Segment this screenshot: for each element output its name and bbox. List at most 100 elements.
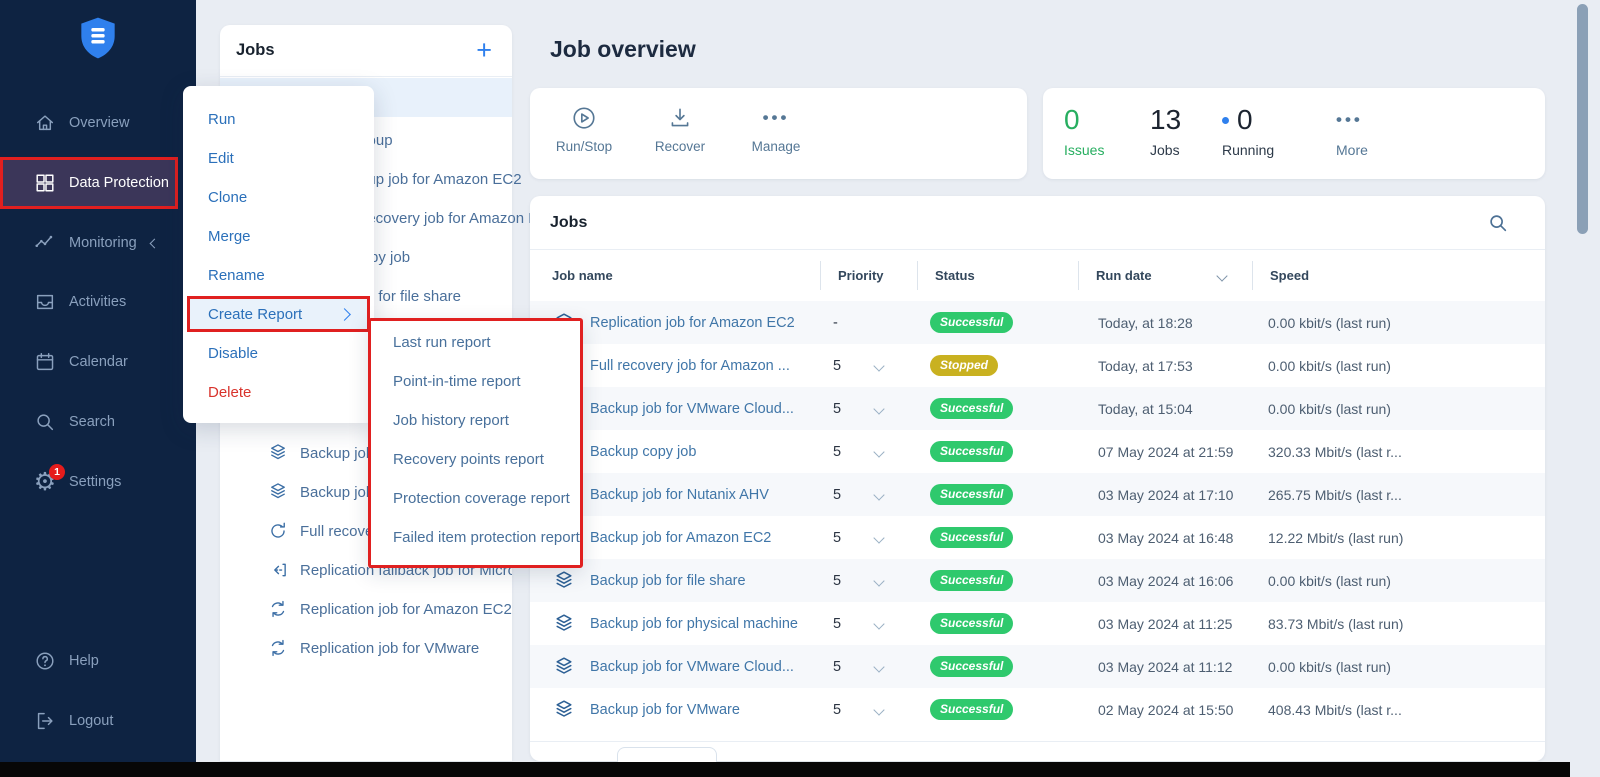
job-name: Backup job for Amazon EC2 [590,530,771,546]
run-date-cell: 03 May 2024 at 16:06 [1078,573,1252,589]
search-icon[interactable] [1487,212,1509,234]
column-header-speed[interactable]: Speed [1252,250,1545,301]
job-stats-card: 0Issues 13Jobs 0Running •••More [1043,88,1545,179]
stat-jobs[interactable]: 13Jobs [1150,104,1181,158]
submenu-item-failed-item-protection-report[interactable]: Failed item protection report [371,518,580,557]
vertical-scrollbar[interactable] [1577,4,1588,234]
submenu-item-last-run-report[interactable]: Last run report [371,323,580,362]
manage-button[interactable]: •••Manage [728,88,824,179]
page-title: Job overview [550,36,696,63]
calendar-icon [34,351,56,373]
stat-label: More [1336,142,1368,158]
sidebar-item-data-protection[interactable]: Data Protection [0,157,178,209]
table-row[interactable]: Backup job for VMware Cloud...5Successfu… [530,387,1545,430]
run-date-cell: Today, at 15:04 [1078,401,1252,417]
job-name-cell: Replication job for Amazon EC2 [552,311,820,335]
stat-more[interactable]: •••More [1336,104,1368,158]
sort-chevron-icon[interactable] [1216,270,1227,281]
stat-issues[interactable]: 0Issues [1064,104,1104,158]
priority-dropdown-chevron-icon[interactable] [873,532,884,543]
sidebar-item-label: Calendar [69,354,128,370]
column-header-label: Status [935,268,975,283]
job-name: Full recovery job for Amazon ... [590,358,790,374]
stat-running[interactable]: 0Running [1222,104,1274,158]
jobs-list-item[interactable]: Replication job for Amazon EC2 [267,597,512,621]
context-menu-item-run[interactable]: Run [183,100,374,139]
backup-job-icon [552,698,576,722]
priority-dropdown-chevron-icon[interactable] [873,618,884,629]
priority-dropdown-chevron-icon[interactable] [873,360,884,371]
sidebar-item-label: Help [69,653,99,669]
grid-icon [34,172,56,194]
table-row[interactable]: Full recovery job for Amazon ...5Stopped… [530,344,1545,387]
priority-cell: 5 [820,659,917,675]
speed-cell: 265.75 Mbit/s (last r... [1252,487,1545,503]
job-name: Backup job for VMware [590,702,740,718]
table-row[interactable]: Backup copy job5Successful07 May 2024 at… [530,430,1545,473]
status-badge: Successful [930,312,1013,333]
column-header-run-date[interactable]: Run date [1078,250,1252,301]
table-row[interactable]: Backup job for Nutanix AHV5Successful03 … [530,473,1545,516]
sidebar-item-label: Data Protection [69,175,169,191]
table-row[interactable]: Replication job for Amazon EC2-Successfu… [530,301,1545,344]
status-badge: Successful [930,699,1013,720]
priority-dropdown-chevron-icon[interactable] [873,575,884,586]
speed-cell: 83.73 Mbit/s (last run) [1252,616,1545,632]
sidebar-item-settings[interactable]: ⚙1Settings [0,458,196,506]
table-row[interactable]: Backup job for physical machine5Successf… [530,602,1545,645]
job-name-cell: Backup job for file share [552,569,820,593]
priority-dropdown-chevron-icon[interactable] [873,403,884,414]
speed-cell: 0.00 kbit/s (last run) [1252,659,1545,675]
logout-icon [34,710,56,732]
job-name: Backup job for VMware Cloud... [590,401,794,417]
chevron-left-icon[interactable] [149,238,159,248]
context-menu-item-label: Run [208,111,236,128]
run-date-cell: 03 May 2024 at 17:10 [1078,487,1252,503]
sidebar-item-calendar[interactable]: Calendar [0,338,196,386]
submenu-item-protection-coverage-report[interactable]: Protection coverage report [371,479,580,518]
table-row[interactable]: Backup job for file share5Successful03 M… [530,559,1545,602]
submenu-item-point-in-time-report[interactable]: Point-in-time report [371,362,580,401]
table-row[interactable]: Backup job for VMware5Successful02 May 2… [530,688,1545,731]
priority-dropdown-chevron-icon[interactable] [873,489,884,500]
sidebar-item-label: Overview [69,115,129,131]
context-menu-item-clone[interactable]: Clone [183,178,374,217]
context-menu-item-rename[interactable]: Rename [183,256,374,295]
table-row[interactable]: Backup job for VMware Cloud...5Successfu… [530,645,1545,688]
priority-dropdown-chevron-icon[interactable] [873,704,884,715]
column-header-priority[interactable]: Priority [820,250,917,301]
priority-value: 5 [833,659,863,675]
run-stop-button[interactable]: Run/Stop [536,88,632,179]
priority-value: 5 [833,616,863,632]
jobs-list-item-label: Replication job for Amazon EC2 [300,601,512,618]
table-row[interactable]: Backup job for Amazon EC25Successful03 M… [530,516,1545,559]
context-menu-item-merge[interactable]: Merge [183,217,374,256]
sidebar-item-logout[interactable]: Logout [0,697,196,745]
priority-dropdown-chevron-icon[interactable] [873,661,884,672]
help-icon [34,650,56,672]
jobs-table-header: Jobs [530,196,1545,250]
backup-job-icon [552,655,576,679]
submenu-item-recovery-points-report[interactable]: Recovery points report [371,440,580,479]
context-menu-item-create-report[interactable]: Create Report [187,296,370,332]
sidebar-item-help[interactable]: Help [0,637,196,685]
sidebar-item-overview[interactable]: Overview [0,99,196,147]
column-header-status[interactable]: Status [917,250,1078,301]
recover-button[interactable]: Recover [632,88,728,179]
backup-job-icon [552,569,576,593]
sidebar-item-activities[interactable]: Activities [0,278,196,326]
sidebar-item-search[interactable]: Search [0,398,196,446]
stat-label: Jobs [1150,142,1181,158]
context-menu-item-delete[interactable]: Delete [183,373,374,412]
jobs-list-item[interactable]: Replication job for VMware [267,636,479,660]
sidebar-item-monitoring[interactable]: Monitoring [0,219,196,267]
context-menu-item-disable[interactable]: Disable [183,334,374,373]
context-menu-item-label: Merge [208,228,251,245]
priority-dropdown-chevron-icon[interactable] [873,446,884,457]
add-job-button[interactable]: + [476,36,492,64]
submenu-item-job-history-report[interactable]: Job history report [371,401,580,440]
jobs-table-title: Jobs [550,214,587,232]
context-menu-item-edit[interactable]: Edit [183,139,374,178]
column-header-job-name[interactable]: Job name [552,250,820,301]
job-name-cell: Backup job for Nutanix AHV [552,483,820,507]
